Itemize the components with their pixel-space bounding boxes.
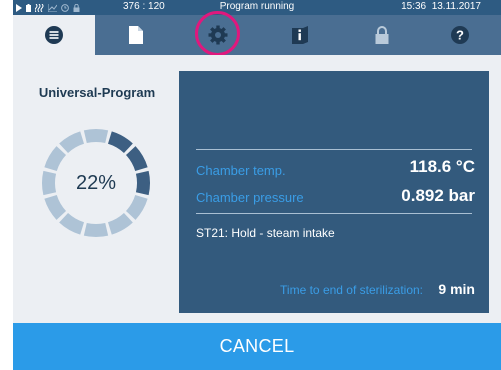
step-text: ST21: Hold - steam intake <box>196 226 335 240</box>
process-panel: Chamber temp. 118.6 °C Chamber pressure … <box>179 71 489 313</box>
help-icon: ? <box>451 26 469 44</box>
panel-divider-top <box>196 149 472 150</box>
date: 13.11.2017 <box>431 1 481 12</box>
chamber-pressure-label: Chamber pressure <box>196 190 304 205</box>
tab-help[interactable]: ? <box>419 15 501 55</box>
main-content: Universal-Program 22% Chamber temp. 118.… <box>13 55 501 323</box>
status-bar: 376 : 120 Program running 15:36 13.11.20… <box>13 0 501 15</box>
settings-highlight-ring <box>195 11 240 56</box>
program-title: Universal-Program <box>38 85 156 100</box>
clock: 15:36 13.11.2017 <box>401 1 481 12</box>
tab-menu[interactable] <box>13 15 95 55</box>
cancel-button[interactable]: CANCEL <box>13 323 501 370</box>
progress-percent: 22% <box>75 171 117 194</box>
svg-text:?: ? <box>456 28 464 43</box>
list-icon <box>45 26 63 44</box>
document-icon <box>129 26 143 44</box>
tab-bar: ? <box>13 15 501 55</box>
lock-icon <box>375 26 389 44</box>
tab-lock[interactable] <box>341 15 423 55</box>
chamber-pressure-value: 0.892 bar <box>401 186 475 205</box>
chamber-temp-label: Chamber temp. <box>196 163 286 178</box>
time: 15:36 <box>401 1 427 12</box>
panel-divider-middle <box>196 213 472 214</box>
chamber-temp-value: 118.6 °C <box>409 157 475 176</box>
sterilizer-screen: 376 : 120 Program running 15:36 13.11.20… <box>13 0 501 370</box>
time-remaining-label: Time to end of sterilization: <box>280 283 423 297</box>
tab-info[interactable] <box>259 15 341 55</box>
time-remaining-value: 9 min <box>438 281 475 297</box>
tab-document[interactable] <box>95 15 177 55</box>
info-icon <box>292 26 308 44</box>
